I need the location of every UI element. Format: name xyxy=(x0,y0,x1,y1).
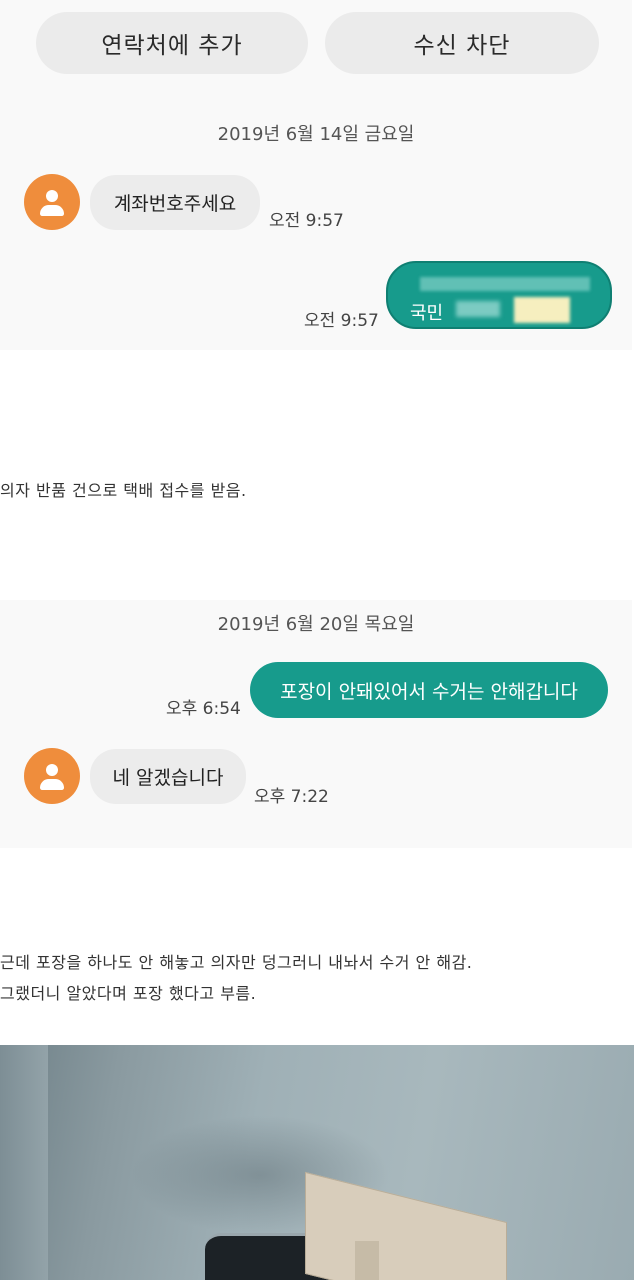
outgoing-message: 포장이 안돼있어서 수거는 안해갑니다 xyxy=(250,662,608,718)
message-time: 오전 9:57 xyxy=(304,311,379,331)
message-time: 오전 9:57 xyxy=(269,211,344,231)
date-separator: 2019년 6월 20일 목요일 xyxy=(217,614,415,635)
chat-panel-1: 연락처에 추가 수신 차단 2019년 6월 14일 금요일 계좌번호주세요 오… xyxy=(0,0,632,350)
article-text: 의자 반품 건으로 택배 접수를 받음. xyxy=(0,481,247,500)
block-sender-button[interactable]: 수신 차단 xyxy=(325,12,599,74)
add-contact-button[interactable]: 연락처에 추가 xyxy=(36,12,308,74)
date-separator: 2019년 6월 14일 금요일 xyxy=(217,124,415,145)
incoming-message: 네 알겠습니다 xyxy=(90,749,246,804)
outgoing-message-redacted: 국민 xyxy=(386,261,612,329)
message-time: 오후 7:22 xyxy=(254,787,329,807)
incoming-message: 계좌번호주세요 xyxy=(90,175,260,230)
person-icon xyxy=(24,174,80,230)
message-time: 오후 6:54 xyxy=(166,699,241,719)
person-icon xyxy=(24,748,80,804)
chair-photo xyxy=(0,1045,634,1280)
chat-panel-2: 2019년 6월 20일 목요일 오후 6:54 포장이 안돼있어서 수거는 안… xyxy=(0,600,632,848)
article-text-line-2: 그랬더니 알았다며 포장 했다고 부름. xyxy=(0,984,257,1003)
bank-name: 국민 xyxy=(410,303,444,324)
article-text-line-1: 근데 포장을 하나도 안 해놓고 의자만 덩그러니 내놔서 수거 안 해감. xyxy=(0,953,473,972)
